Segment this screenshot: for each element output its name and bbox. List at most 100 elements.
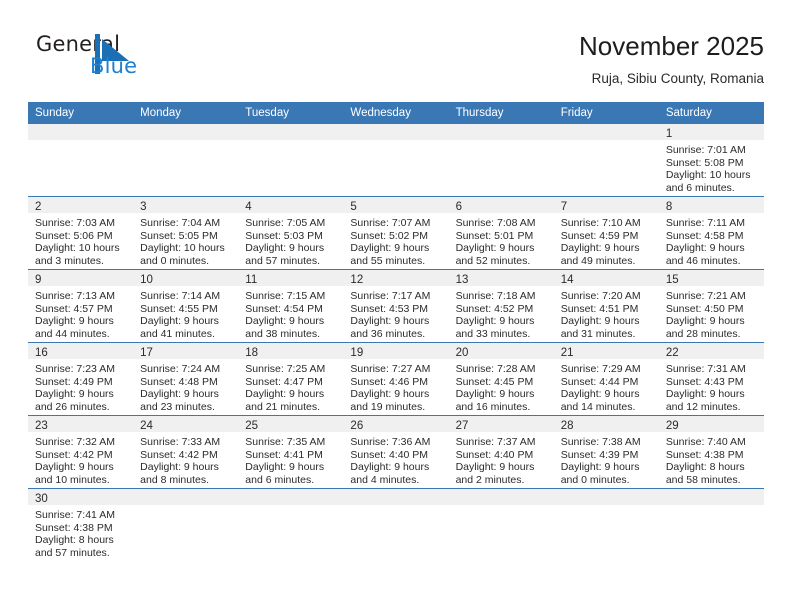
sunrise-time: Sunrise: 7:31 AM xyxy=(665,363,746,375)
day-number: 20 xyxy=(448,343,554,359)
day-number: 17 xyxy=(133,343,239,359)
day-number: 5 xyxy=(343,197,449,213)
calendar-day-cell[interactable]: 4 Sunrise: 7:05 AM Sunset: 5:03 PM Daylight… xyxy=(238,196,344,270)
calendar-day-cell[interactable]: 16 Sunrise: 7:23 AM Sunset: 4:49 PM Dayligh… xyxy=(28,342,134,416)
sunset-time: Sunset: 4:38 PM xyxy=(665,448,744,461)
calendar-day-cell[interactable]: 8 Sunrise: 7:11 AM Sunset: 4:58 PM Daylight… xyxy=(658,196,764,270)
calendar-day-cell[interactable]: 5 Sunrise: 7:07 AM Sunset: 5:02 PM Daylight… xyxy=(343,196,449,270)
calendar-day-cell[interactable]: 21 Sunrise: 7:29 AM Sunset: 4:44 PM Dayligh… xyxy=(553,342,659,416)
calendar-day-cell[interactable]: 29 Sunrise: 7:40 AM Sunset: 4:38 PM Dayligh… xyxy=(658,415,764,489)
daylight-line2: and 10 minutes. xyxy=(35,473,110,486)
sunset-time: Sunset: 4:54 PM xyxy=(245,302,323,315)
calendar-day-cell-empty xyxy=(553,489,659,562)
calendar-day-cell[interactable]: 26 Sunrise: 7:36 AM Sunset: 4:40 PM Dayligh… xyxy=(343,415,449,489)
calendar-day-cell[interactable]: 27 Sunrise: 7:37 AM Sunset: 4:40 PM Dayligh… xyxy=(448,415,554,489)
calendar-day-cell[interactable]: 13 Sunrise: 7:18 AM Sunset: 4:52 PM Dayligh… xyxy=(448,269,554,343)
sunrise-time: Sunrise: 7:14 AM xyxy=(140,290,221,302)
day-sun-info: Sunrise: 7:07 AM Sunset: 5:02 PM Daylight:… xyxy=(343,213,448,267)
calendar-day-cell[interactable]: 11 Sunrise: 7:15 AM Sunset: 4:54 PM Dayligh… xyxy=(238,269,344,343)
daylight-line1: Daylight: 9 hours xyxy=(560,315,640,328)
sunrise-time: Sunrise: 7:03 AM xyxy=(35,217,115,229)
day-sun-info: Sunrise: 7:13 AM Sunset: 4:57 PM Daylight:… xyxy=(28,286,133,340)
calendar-day-cell[interactable]: 7 Sunrise: 7:10 AM Sunset: 4:59 PM Daylight… xyxy=(553,196,659,270)
day-sun-info: Sunrise: 7:10 AM Sunset: 4:59 PM Daylight:… xyxy=(554,213,659,267)
sunset-time: Sunset: 4:45 PM xyxy=(455,375,534,388)
calendar-day-cell[interactable]: 1 Sunrise: 7:01 AM Sunset: 5:08 PM Daylight… xyxy=(658,124,764,197)
calendar-day-cell-empty xyxy=(238,124,344,197)
calendar-day-cell[interactable]: 3 Sunrise: 7:04 AM Sunset: 5:05 PM Daylight… xyxy=(133,196,239,270)
calendar-day-cell[interactable]: 24 Sunrise: 7:33 AM Sunset: 4:42 PM Dayligh… xyxy=(133,415,239,489)
weekday-header-monday: Monday xyxy=(133,102,239,124)
day-number: 25 xyxy=(238,416,344,432)
sunset-time: Sunset: 4:55 PM xyxy=(140,302,218,315)
daylight-line1: Daylight: 9 hours xyxy=(455,461,535,474)
calendar-day-cell[interactable]: 19 Sunrise: 7:27 AM Sunset: 4:46 PM Dayligh… xyxy=(343,342,449,416)
day-number xyxy=(28,124,134,140)
calendar-day-cell-empty xyxy=(448,489,554,562)
day-number: 7 xyxy=(553,197,659,213)
sunset-time: Sunset: 4:42 PM xyxy=(35,448,113,461)
day-sun-info: Sunrise: 7:01 AM Sunset: 5:08 PM Daylight:… xyxy=(659,140,764,194)
calendar-day-cell-empty xyxy=(28,124,134,197)
calendar-day-cell[interactable]: 6 Sunrise: 7:08 AM Sunset: 5:01 PM Daylight… xyxy=(448,196,554,270)
calendar-day-cell-empty xyxy=(448,124,554,197)
day-number: 4 xyxy=(238,197,344,213)
daylight-line2: and 28 minutes. xyxy=(665,327,741,340)
calendar-day-cell[interactable]: 12 Sunrise: 7:17 AM Sunset: 4:53 PM Dayligh… xyxy=(343,269,449,343)
calendar-day-cell-empty xyxy=(343,489,449,562)
calendar-day-cell[interactable]: 2 Sunrise: 7:03 AM Sunset: 5:06 PM Daylight… xyxy=(28,196,134,270)
sunrise-time: Sunrise: 7:38 AM xyxy=(560,436,641,448)
day-number: 19 xyxy=(343,343,449,359)
sunset-time: Sunset: 4:50 PM xyxy=(665,302,744,315)
day-sun-info: Sunrise: 7:37 AM Sunset: 4:40 PM Daylight:… xyxy=(449,432,554,486)
brand-logo[interactable]: General Blue xyxy=(28,30,228,82)
calendar-day-cell[interactable]: 23 Sunrise: 7:32 AM Sunset: 4:42 PM Dayligh… xyxy=(28,415,134,489)
sunrise-time: Sunrise: 7:40 AM xyxy=(665,436,746,448)
sunrise-time: Sunrise: 7:01 AM xyxy=(665,144,746,156)
day-number xyxy=(238,124,344,140)
sunset-time: Sunset: 4:53 PM xyxy=(350,302,429,315)
day-sun-info: Sunrise: 7:11 AM Sunset: 4:58 PM Daylight:… xyxy=(659,213,764,267)
calendar-day-cell[interactable]: 10 Sunrise: 7:14 AM Sunset: 4:55 PM Dayligh… xyxy=(133,269,239,343)
daylight-line2: and 38 minutes. xyxy=(245,327,320,340)
daylight-line2: and 52 minutes. xyxy=(455,254,531,267)
sunset-time: Sunset: 5:03 PM xyxy=(245,229,323,242)
weekday-header-tuesday: Tuesday xyxy=(238,102,344,124)
day-sun-info: Sunrise: 7:08 AM Sunset: 5:01 PM Daylight:… xyxy=(449,213,554,267)
calendar-day-cell[interactable]: 28 Sunrise: 7:38 AM Sunset: 4:39 PM Dayligh… xyxy=(553,415,659,489)
sunset-time: Sunset: 4:39 PM xyxy=(560,448,639,461)
calendar-page: General Blue November 2025 Ruja, Sibiu C… xyxy=(0,0,792,612)
day-sun-info: Sunrise: 7:24 AM Sunset: 4:48 PM Daylight:… xyxy=(133,359,238,413)
daylight-line1: Daylight: 9 hours xyxy=(665,242,745,255)
daylight-line2: and 0 minutes. xyxy=(140,254,210,267)
calendar-day-cell[interactable]: 22 Sunrise: 7:31 AM Sunset: 4:43 PM Dayligh… xyxy=(658,342,764,416)
sunset-time: Sunset: 5:01 PM xyxy=(455,229,534,242)
calendar-day-cell[interactable]: 18 Sunrise: 7:25 AM Sunset: 4:47 PM Dayligh… xyxy=(238,342,344,416)
sunrise-time: Sunrise: 7:35 AM xyxy=(245,436,326,448)
calendar-day-cell[interactable]: 17 Sunrise: 7:24 AM Sunset: 4:48 PM Dayligh… xyxy=(133,342,239,416)
daylight-line2: and 19 minutes. xyxy=(350,400,426,413)
day-sun-info: Sunrise: 7:21 AM Sunset: 4:50 PM Daylight:… xyxy=(659,286,764,340)
daylight-line1: Daylight: 9 hours xyxy=(140,388,219,401)
sunset-time: Sunset: 4:52 PM xyxy=(455,302,534,315)
sunset-time: Sunset: 4:46 PM xyxy=(350,375,429,388)
day-number xyxy=(448,489,554,505)
sunrise-time: Sunrise: 7:07 AM xyxy=(350,217,431,229)
calendar-day-cell[interactable]: 15 Sunrise: 7:21 AM Sunset: 4:50 PM Dayligh… xyxy=(658,269,764,343)
calendar-day-cell[interactable]: 20 Sunrise: 7:28 AM Sunset: 4:45 PM Dayligh… xyxy=(448,342,554,416)
daylight-line1: Daylight: 9 hours xyxy=(350,242,430,255)
sunset-time: Sunset: 4:42 PM xyxy=(140,448,218,461)
calendar-day-cell[interactable]: 25 Sunrise: 7:35 AM Sunset: 4:41 PM Dayligh… xyxy=(238,415,344,489)
day-number: 22 xyxy=(658,343,764,359)
sunrise-time: Sunrise: 7:28 AM xyxy=(455,363,536,375)
sunrise-time: Sunrise: 7:05 AM xyxy=(245,217,326,229)
calendar-day-cell[interactable]: 9 Sunrise: 7:13 AM Sunset: 4:57 PM Daylight… xyxy=(28,269,134,343)
calendar-day-cell[interactable]: 30 Sunrise: 7:41 AM Sunset: 4:38 PM Dayligh… xyxy=(28,489,134,562)
title-block: November 2025 Ruja, Sibiu County, Romani… xyxy=(579,30,764,89)
calendar-container: Sunday Monday Tuesday Wednesday Thursday… xyxy=(28,102,764,561)
calendar-day-cell[interactable]: 14 Sunrise: 7:20 AM Sunset: 4:51 PM Dayligh… xyxy=(553,269,659,343)
daylight-line2: and 4 minutes. xyxy=(350,473,420,486)
sunrise-time: Sunrise: 7:23 AM xyxy=(35,363,115,375)
day-number xyxy=(448,124,554,140)
sunset-time: Sunset: 4:57 PM xyxy=(35,302,113,315)
